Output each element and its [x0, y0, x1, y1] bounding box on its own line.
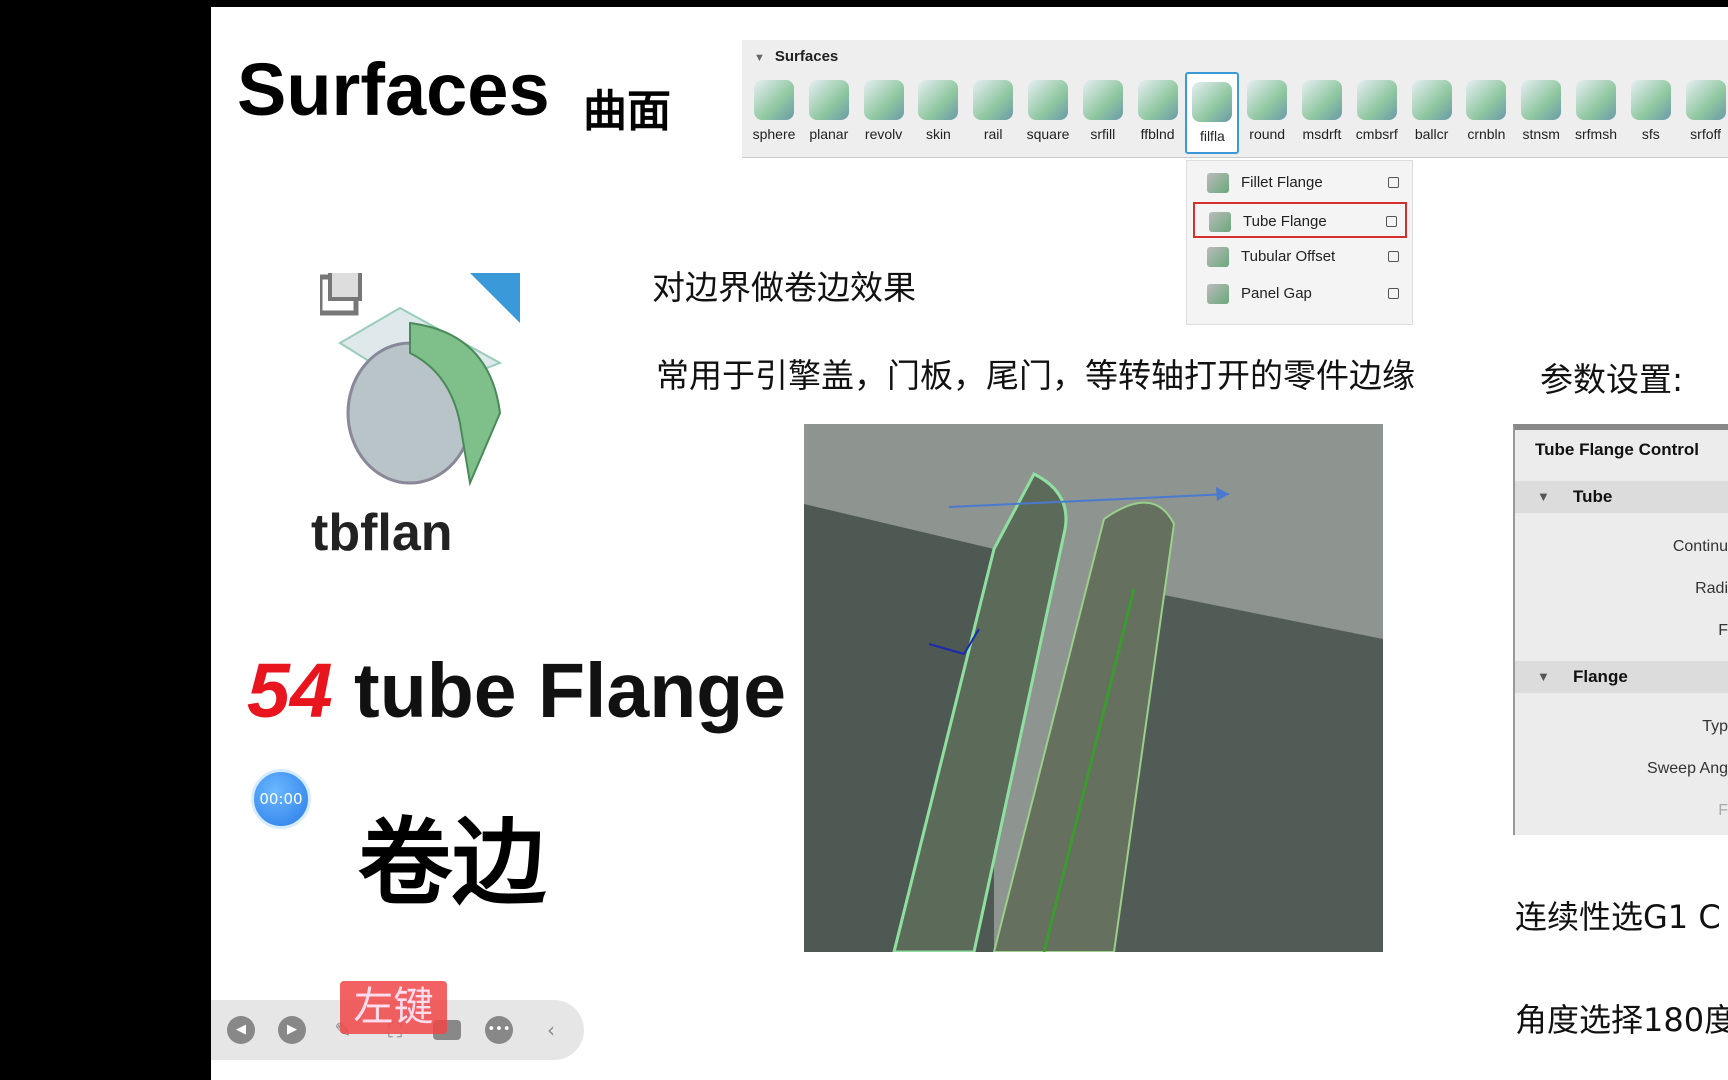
ballcr-icon [1411, 80, 1452, 120]
tool-label: skin [925, 126, 951, 142]
menu-item-tube-flange[interactable]: Tube Flange [1193, 202, 1407, 238]
tool-sphere[interactable]: sphere [747, 72, 801, 154]
option-box-icon[interactable] [1388, 251, 1399, 262]
field-label: Radi [1695, 580, 1728, 597]
tool-label: srfoff [1690, 126, 1722, 142]
previous-icon[interactable]: ◀ [227, 1016, 255, 1044]
tool-planar[interactable]: planar [802, 72, 856, 154]
more-icon[interactable]: ••• [485, 1016, 513, 1044]
ffblnd-icon [1137, 80, 1178, 120]
flange-dropdown-menu: Fillet Flange Tube Flange Tubular Offset Pa… [1186, 160, 1413, 325]
tool-label: planar [809, 126, 849, 142]
surfaces-toolbar: ▼ Surfaces sphere planar revolv skin rail squa… [742, 40, 1728, 158]
tool-label: cmbsrf [1355, 126, 1398, 142]
note-angle: 角度选择180度 [1515, 1001, 1728, 1039]
option-box-icon[interactable] [1386, 216, 1397, 227]
fillet-flange-icon [1207, 173, 1229, 193]
field-label: Sweep Ang [1647, 760, 1728, 777]
param-title: 参数设置: [1540, 360, 1684, 399]
slide-title-cn: 曲面 [583, 86, 671, 137]
srfmsh-icon [1576, 80, 1616, 120]
srfoff-icon [1685, 80, 1726, 120]
field-label: Typ [1702, 718, 1728, 735]
tool-label: msdrft [1302, 126, 1342, 142]
panel-gap-icon [1207, 284, 1229, 304]
option-box-icon[interactable] [1388, 177, 1399, 188]
tool-ballcr[interactable]: ballcr [1405, 72, 1459, 154]
timer-badge[interactable]: 00:00 [251, 769, 311, 829]
field-label: F [1718, 802, 1728, 819]
tool-label: filfla [1199, 128, 1225, 144]
toolbar-header[interactable]: ▼ Surfaces [754, 48, 838, 65]
field-label: Continu [1672, 538, 1728, 555]
srfill-icon [1082, 80, 1123, 120]
tool-label: sfs [1641, 126, 1660, 142]
cmbsrf-icon [1356, 80, 1397, 120]
tubular-offset-icon [1207, 247, 1229, 267]
tool-srfmsh[interactable]: srfmsh [1569, 72, 1623, 154]
tool-srfoff[interactable]: srfoff [1679, 72, 1728, 154]
stnsm-icon [1521, 80, 1562, 120]
crnbln-icon [1466, 80, 1507, 120]
slide-title: Surfaces [237, 48, 550, 131]
revolv-icon [863, 80, 904, 120]
tool-sfs[interactable]: sfs [1624, 72, 1678, 154]
tool-round[interactable]: round [1240, 72, 1294, 154]
subtitle: 卷边 [358, 809, 547, 918]
tool-rail[interactable]: rail [966, 72, 1020, 154]
tool-stnsm[interactable]: stnsm [1514, 72, 1568, 154]
tube-flange-icon [1209, 212, 1231, 232]
planar-icon [808, 80, 849, 120]
tool-label: ffblnd [1140, 126, 1175, 142]
tool-label: round [1249, 126, 1286, 142]
tool-msdrft[interactable]: msdrft [1295, 72, 1349, 154]
panel-title: Tube Flange Control [1535, 440, 1700, 459]
tool-label: srfmsh [1575, 126, 1617, 142]
tool-revolv[interactable]: revolv [857, 72, 911, 154]
option-box-icon[interactable] [1388, 288, 1399, 299]
menu-item-panel-gap[interactable]: Panel Gap [1193, 276, 1407, 312]
note-continuity: 连续性选G1 C [1515, 898, 1721, 936]
slide: Surfaces 曲面 ▼ Surfaces sphere planar revolv… [211, 7, 1728, 1080]
round-icon [1247, 80, 1288, 120]
square-icon [1028, 80, 1068, 120]
menu-item-fillet-flange[interactable]: Fillet Flange [1193, 165, 1407, 201]
description-2: 常用于引擎盖，门板，尾门，等转轴打开的零件边缘 [656, 356, 1415, 395]
field-label: F [1718, 622, 1728, 639]
tool-label: srfill [1090, 126, 1116, 142]
tool-square[interactable]: square [1021, 72, 1075, 154]
main-title: 54 tube Flange [247, 648, 787, 734]
tool-label: ballcr [1414, 126, 1449, 142]
left-click-indicator: 左键 [340, 981, 447, 1034]
tool-label: revolv [864, 126, 903, 142]
tool-filfla[interactable]: filfla [1185, 72, 1240, 154]
tool-srfill[interactable]: srfill [1076, 72, 1130, 154]
msdrft-icon [1302, 80, 1342, 120]
tool-label: rail [983, 126, 1003, 142]
collapse-chevron-icon[interactable]: ‹ [537, 1016, 565, 1044]
rail-icon [973, 80, 1014, 120]
description-1: 对边界做卷边效果 [652, 268, 916, 307]
tool-crnbln[interactable]: crnbln [1459, 72, 1513, 154]
sphere-icon [754, 80, 794, 120]
icon-label: tbflan [311, 504, 453, 562]
sfs-icon [1630, 80, 1671, 120]
collapse-triangle-icon: ▼ [754, 52, 765, 64]
tube-flange-control-panel: Tube Flange Control Tube Continu Radi F … [1513, 424, 1728, 835]
tool-ffblnd[interactable]: ffblnd [1131, 72, 1185, 154]
tool-skin[interactable]: skin [911, 72, 965, 154]
next-icon[interactable]: ▶ [278, 1016, 306, 1044]
menu-item-tubular-offset[interactable]: Tubular Offset [1193, 239, 1407, 275]
tool-cmbsrf[interactable]: cmbsrf [1350, 72, 1404, 154]
tool-label: square [1026, 126, 1070, 142]
filfla-icon [1192, 82, 1233, 122]
tool-label: stnsm [1522, 126, 1560, 142]
tool-label: sphere [752, 126, 796, 142]
section-tube[interactable]: Tube [1515, 481, 1728, 513]
3d-viewport-image [804, 424, 1383, 952]
tool-label: crnbln [1467, 126, 1506, 142]
skin-icon [918, 80, 959, 120]
section-flange[interactable]: Flange [1515, 661, 1728, 693]
